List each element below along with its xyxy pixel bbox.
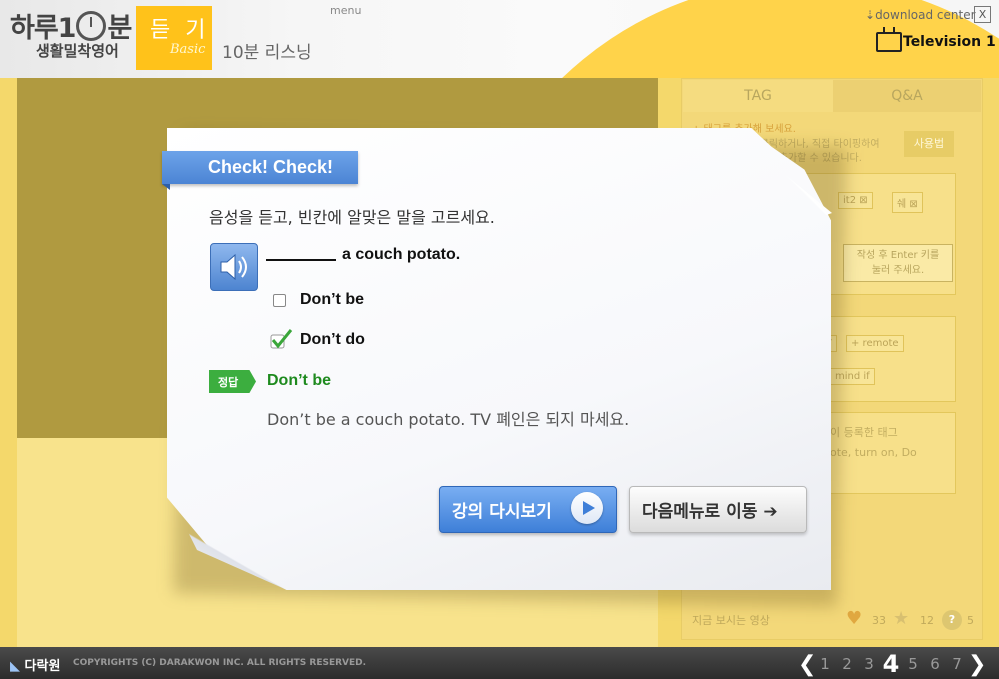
likes-count: 33: [872, 614, 886, 627]
speaker-icon[interactable]: [210, 243, 258, 291]
answer-badge-label: 정답: [218, 376, 239, 389]
page-5[interactable]: 5: [902, 655, 924, 673]
answer-blank: [266, 259, 336, 261]
option-1-label[interactable]: Don’t be: [300, 291, 364, 309]
registered-tags-list: ote, turn on, Do: [830, 446, 917, 459]
ribbon-title: Check! Check!: [208, 157, 334, 177]
page-2[interactable]: 2: [836, 655, 858, 673]
correct-answer: Don’t be: [267, 372, 331, 389]
close-button[interactable]: X: [974, 6, 991, 23]
company-logo: ◣ 다락원: [10, 655, 60, 674]
tab-qa[interactable]: Q&A: [833, 80, 981, 112]
page-4-current[interactable]: 4: [880, 650, 902, 678]
tooltip-line-1: 작성 후 Enter 키를: [856, 250, 940, 261]
tab-tag[interactable]: TAG: [683, 80, 833, 112]
company-name: 다락원: [24, 659, 61, 674]
clock-icon: [76, 11, 107, 41]
questions-count: 5: [967, 614, 974, 627]
heart-icon[interactable]: ♥: [846, 608, 862, 629]
page-navigation: ❮ 1 2 3 4 5 6 7 ❯: [798, 650, 986, 678]
episode-title: Television 1: [903, 34, 996, 50]
star-icon[interactable]: ★: [893, 608, 909, 629]
prev-page-arrow-icon[interactable]: ❮: [798, 652, 816, 677]
replay-lecture-label[interactable]: 강의 다시보기: [452, 497, 552, 522]
menu-button[interactable]: menu: [330, 4, 361, 17]
checkmark-icon[interactable]: [269, 328, 293, 354]
question-text: a couch potato.: [342, 246, 461, 263]
tag-tooltip: 작성 후 Enter 키를눌러 주세요.: [843, 244, 953, 282]
now-watching-label: 지금 보시는 영상: [692, 614, 770, 627]
tv-icon: [876, 32, 902, 52]
section-title: 10분 리스닝: [222, 43, 312, 63]
download-center-link[interactable]: ⇣download center: [865, 8, 976, 22]
stars-count: 12: [920, 614, 934, 627]
section-label: 듣 기: [150, 18, 210, 43]
copyright-text: COPYRIGHTS (C) DARAKWON INC. ALL RIGHTS …: [73, 658, 367, 668]
page-7[interactable]: 7: [946, 655, 968, 673]
quiz-instruction: 음성을 듣고, 빈칸에 알맞은 말을 고르세요.: [209, 208, 495, 227]
answer-translation: Don’t be a couch potato. TV 폐인은 되지 마세요.: [267, 410, 630, 429]
download-icon: ⇣: [865, 8, 876, 22]
quiz-question: a couch potato.: [266, 246, 460, 264]
option-2-label[interactable]: Don’t do: [300, 331, 365, 349]
usage-button[interactable]: 사용법: [904, 131, 954, 157]
next-page-arrow-icon[interactable]: ❯: [968, 652, 986, 677]
download-label: download center: [875, 8, 976, 22]
page-1[interactable]: 1: [814, 655, 836, 673]
level-label: Basic: [170, 42, 206, 57]
question-icon[interactable]: ?: [942, 610, 962, 630]
darakwon-icon: ◣: [10, 659, 20, 674]
logo-subtitle: 생활밀착영어: [36, 42, 119, 60]
tag-chip-remote[interactable]: + remote: [846, 335, 904, 352]
page-3[interactable]: 3: [858, 655, 880, 673]
page-6[interactable]: 6: [924, 655, 946, 673]
tag-chip-3[interactable]: 쉐 ⊠: [892, 192, 923, 213]
tag-chip-label: 쉐: [897, 199, 907, 210]
play-icon[interactable]: [571, 492, 603, 524]
option-1-checkbox[interactable]: [273, 294, 286, 307]
tooltip-line-2: 눌러 주세요.: [871, 265, 925, 276]
next-menu-label[interactable]: 다음메뉴로 이동 ➔: [642, 497, 778, 522]
